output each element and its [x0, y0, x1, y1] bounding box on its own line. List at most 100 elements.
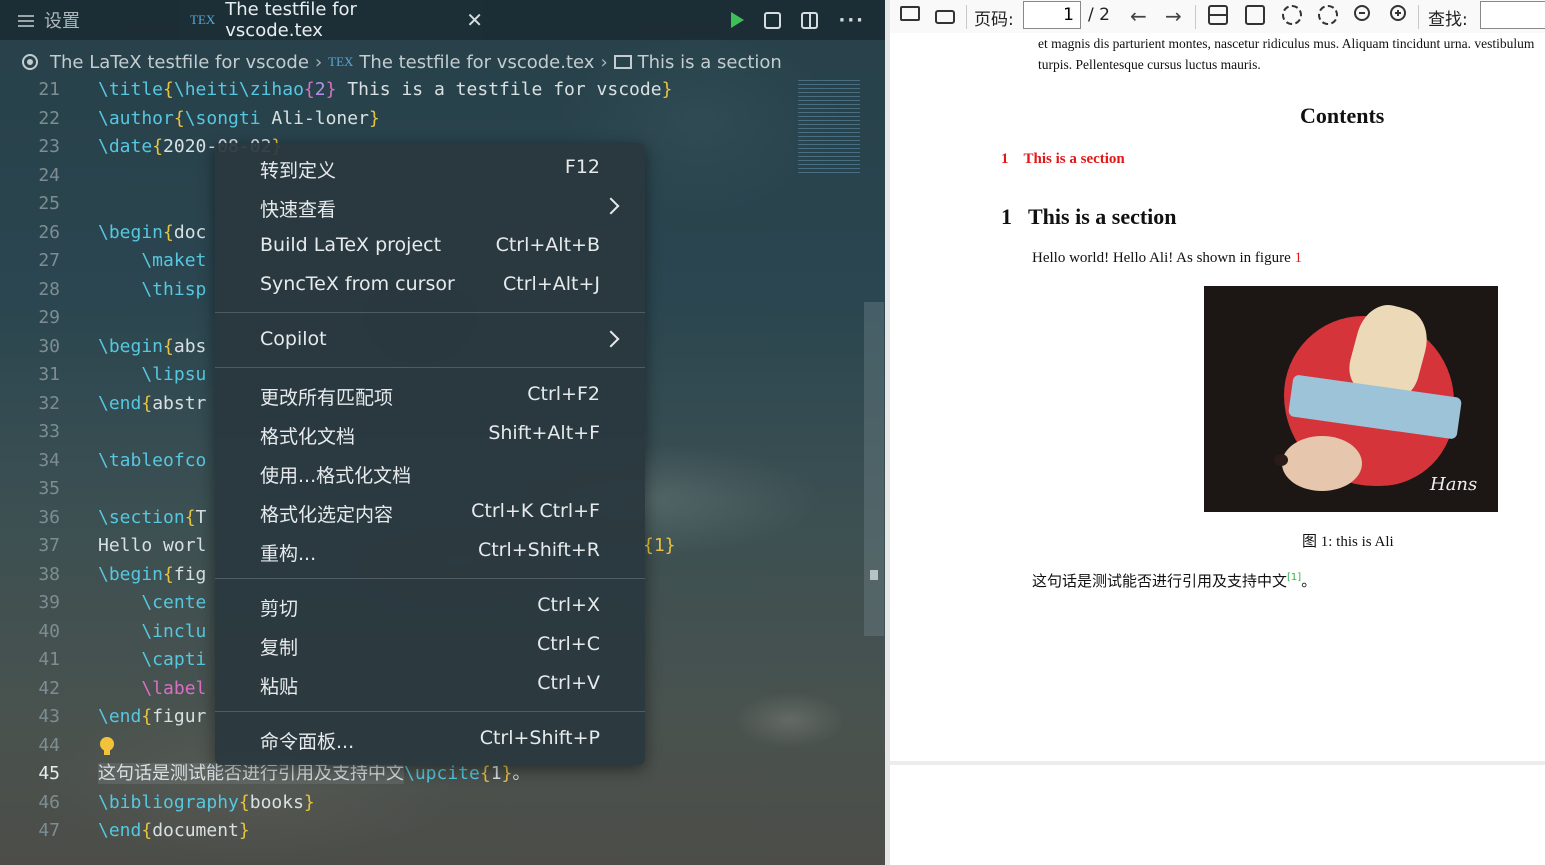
menu-item-label: 格式化文档 [260, 426, 356, 448]
line-text: \section{T [98, 506, 207, 528]
menu-item-synctex[interactable]: SyncTeX from cursor Ctrl+Alt+J [215, 267, 645, 303]
line-text: \bibliography{books} [98, 791, 315, 813]
line-number: 42 [38, 677, 60, 699]
code-editor: 设置 TEX The testfile for vscode.tex ✕ ···… [0, 0, 885, 865]
toolbar-divider [1195, 5, 1196, 29]
folder-icon[interactable] [900, 6, 920, 21]
chevron-right-icon [602, 197, 620, 215]
arrow-left-icon[interactable]: ← [1130, 4, 1147, 28]
breadcrumb-section[interactable]: This is a section [638, 52, 782, 73]
breadcrumb-file[interactable]: The testfile for vscode.tex [359, 52, 594, 73]
line-number: 23 [38, 136, 60, 157]
menu-item-command-palette[interactable]: 命令面板... Ctrl+Shift+P [215, 721, 645, 757]
split-editor-icon[interactable] [801, 11, 819, 29]
menu-divider [215, 711, 645, 712]
toc-entry[interactable]: 1 This is a section [1001, 151, 1140, 168]
line-text: \begin{abs [98, 335, 207, 357]
menu-item-refactor[interactable]: 重构... Ctrl+Shift+R [215, 533, 645, 569]
line-number: 47 [38, 820, 60, 841]
line-number: 39 [38, 592, 60, 613]
breadcrumb-folder[interactable]: The LaTeX testfile for vscode [50, 52, 309, 73]
menu-item-go-to-definition[interactable]: 转到定义 F12 [215, 150, 645, 186]
section-number: 1 [1001, 204, 1012, 229]
menu-item-label: Build LaTeX project [260, 234, 442, 256]
close-icon[interactable]: ✕ [466, 8, 483, 32]
menu-item-shortcut: Ctrl+V [537, 672, 600, 694]
scrollbar-marker [870, 570, 878, 580]
line-text: \lipsu [98, 364, 207, 385]
line-number: 29 [38, 307, 60, 328]
menu-item-build-latex[interactable]: Build LaTeX project Ctrl+Alt+B [215, 228, 645, 264]
body-paragraph: et magnis dis parturient montes, nascetu… [1038, 36, 1535, 72]
menu-divider [215, 578, 645, 579]
context-menu: 转到定义 F12 快速查看 Build LaTeX project Ctrl+Alt… [215, 143, 645, 765]
zoom-in-icon[interactable] [1390, 5, 1406, 21]
page-gap [890, 761, 1545, 765]
tab-testfile-label: The testfile for vscode.tex [225, 0, 357, 41]
tab-settings-label: 设置 [44, 11, 80, 32]
menu-item-format-selection[interactable]: 格式化选定内容 Ctrl+K Ctrl+F [215, 494, 645, 530]
find-input[interactable] [1480, 1, 1545, 29]
line-number: 24 [38, 164, 60, 186]
tab-settings[interactable]: 设置 [0, 0, 178, 40]
menu-item-shortcut: Ctrl+Shift+P [479, 727, 600, 749]
fit-page-icon[interactable] [1245, 5, 1265, 25]
menu-divider [215, 367, 645, 368]
menu-item-peek[interactable]: 快速查看 [215, 189, 645, 225]
figure-image: Hans [1204, 286, 1498, 512]
menu-item-copilot[interactable]: Copilot [215, 322, 645, 358]
code-line[interactable]: 46 \bibliography{books} [0, 789, 860, 818]
line-text: \thisp [98, 278, 207, 300]
line-number: 38 [38, 563, 60, 585]
menu-item-change-all-occurrences[interactable]: 更改所有匹配项 Ctrl+F2 [215, 377, 645, 413]
pdf-page: et magnis dis parturient montes, nascetu… [890, 33, 1545, 761]
menu-item-label: 剪切 [260, 598, 299, 620]
hello-paragraph: Hello world! Hello Ali! As shown in figu… [1032, 250, 1302, 267]
zoom-out-icon[interactable] [1354, 5, 1370, 21]
menu-item-label: 更改所有匹配项 [260, 387, 394, 409]
rotate-right-icon[interactable] [1318, 5, 1338, 25]
menu-item-label: 重构... [260, 543, 317, 565]
chinese-paragraph: 这句话是测试能否进行引用及支持中文[1]。 [1032, 570, 1316, 591]
menu-item-shortcut: Ctrl+Alt+B [495, 234, 600, 256]
lightbulb-icon[interactable] [100, 736, 114, 755]
print-icon[interactable] [935, 10, 955, 24]
fit-width-icon[interactable] [1208, 5, 1228, 25]
menu-item-label: 命令面板... [260, 731, 355, 753]
line-number: 37 [38, 535, 60, 556]
section-title: This is a section [1028, 204, 1177, 229]
figure-ref-link[interactable]: 1 [1294, 250, 1302, 266]
breadcrumb: The LaTeX testfile for vscode › TEX The … [0, 44, 885, 80]
line-number: 21 [38, 79, 60, 100]
run-icon[interactable] [731, 12, 745, 28]
citation-link[interactable]: [1] [1287, 572, 1301, 583]
rotate-left-icon[interactable] [1282, 5, 1302, 25]
code-line[interactable]: 21 \title{\heiti\zihao{2} This is a testf… [0, 76, 860, 105]
code-line[interactable]: 47 \end{document} [0, 817, 860, 846]
line-number: 27 [38, 250, 60, 271]
arrow-right-icon[interactable]: → [1165, 4, 1182, 28]
minimap[interactable] [798, 80, 860, 175]
line-text: \end{figur [98, 706, 207, 727]
menu-item-format-document-with[interactable]: 使用...格式化文档 [215, 455, 645, 491]
tab-testfile[interactable]: TEX The testfile for vscode.tex ✕ [178, 0, 483, 41]
line-text: \tableofco [98, 449, 207, 471]
menu-item-format-document[interactable]: 格式化文档 Shift+Alt+F [215, 416, 645, 452]
code-line[interactable]: 22 \author{\songti Ali-loner} [0, 105, 860, 134]
menu-item-paste[interactable]: 粘贴 Ctrl+V [215, 666, 645, 702]
menu-item-shortcut: F12 [564, 156, 600, 178]
line-text: \author{\songti Ali-loner} [98, 107, 380, 129]
scrollbar[interactable] [864, 302, 884, 636]
more-actions-icon[interactable]: ··· [838, 10, 865, 31]
line-number: 32 [38, 392, 60, 414]
menu-item-label: 复制 [260, 637, 299, 659]
menu-item-copy[interactable]: 复制 Ctrl+C [215, 627, 645, 663]
page-total: / 2 [1088, 5, 1110, 25]
settings-icon [18, 13, 34, 27]
menu-item-cut[interactable]: 剪切 Ctrl+X [215, 588, 645, 624]
preview-icon[interactable] [764, 11, 782, 29]
toolbar-divider [966, 5, 967, 29]
line-text: \inclu [98, 620, 207, 642]
page-number-input[interactable] [1023, 1, 1081, 29]
line-text: \capti [98, 649, 207, 670]
